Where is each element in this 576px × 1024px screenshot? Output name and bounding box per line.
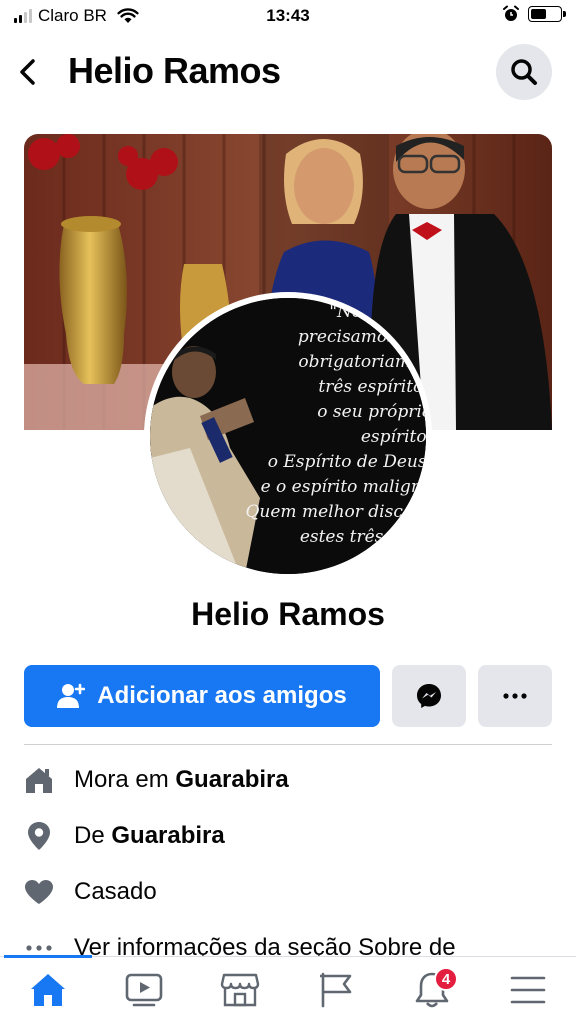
relationship-text: Casado bbox=[74, 878, 157, 905]
status-time: 13:43 bbox=[266, 6, 310, 25]
marketplace-icon bbox=[220, 973, 260, 1007]
profile-picture-quote: "No cenário precisamos con obrigatoriame… bbox=[245, 302, 426, 572]
profile-header: Helio Ramos bbox=[0, 40, 576, 104]
search-button[interactable] bbox=[496, 44, 552, 100]
tab-watch[interactable] bbox=[114, 965, 174, 1015]
from-text: De Guarabira bbox=[74, 822, 225, 849]
back-button[interactable] bbox=[12, 54, 44, 90]
tab-notifications[interactable]: 4 bbox=[402, 965, 462, 1015]
intro-details: Mora em Guarabira De Guarabira Casado Ve… bbox=[24, 752, 564, 976]
heart-icon bbox=[24, 877, 54, 907]
tab-home[interactable] bbox=[18, 965, 78, 1015]
add-friend-button[interactable]: Adicionar aos amigos bbox=[24, 665, 380, 727]
messenger-icon bbox=[417, 684, 441, 708]
profile-name: Helio Ramos bbox=[191, 596, 385, 632]
notifications-badge: 4 bbox=[434, 967, 458, 991]
lives-in-text: Mora em Guarabira bbox=[74, 766, 289, 793]
battery-icon bbox=[528, 6, 566, 22]
profile-picture[interactable]: "No cenário precisamos con obrigatoriame… bbox=[144, 292, 432, 580]
search-icon bbox=[511, 59, 537, 85]
back-arrow-icon bbox=[20, 59, 35, 85]
location-pin-icon bbox=[24, 821, 54, 851]
profile-actions: Adicionar aos amigos bbox=[24, 665, 552, 727]
add-friend-icon bbox=[57, 683, 86, 708]
alarm-icon bbox=[503, 5, 519, 21]
bottom-tab-bar: 4 bbox=[0, 955, 576, 1024]
more-icon bbox=[503, 693, 527, 699]
from-row: De Guarabira bbox=[24, 808, 564, 864]
more-options-button[interactable] bbox=[478, 665, 552, 727]
tab-pages[interactable] bbox=[306, 965, 366, 1015]
tab-marketplace[interactable] bbox=[210, 965, 270, 1015]
page-title: Helio Ramos bbox=[68, 50, 281, 91]
status-right bbox=[502, 5, 566, 23]
section-divider bbox=[24, 744, 552, 745]
home-icon bbox=[24, 765, 54, 795]
pages-flag-icon bbox=[320, 972, 352, 1008]
tab-menu[interactable] bbox=[498, 965, 558, 1015]
profile-picture-image: "No cenário precisamos con obrigatoriame… bbox=[150, 298, 426, 574]
lives-in-row: Mora em Guarabira bbox=[24, 752, 564, 808]
status-bar: Claro BR 13:43 bbox=[0, 0, 576, 34]
add-friend-label: Adicionar aos amigos bbox=[97, 682, 347, 709]
watch-icon bbox=[125, 973, 163, 1007]
message-button[interactable] bbox=[392, 665, 466, 727]
home-icon bbox=[31, 974, 65, 1006]
active-tab-indicator bbox=[4, 955, 92, 958]
menu-icon bbox=[510, 976, 546, 1004]
relationship-row: Casado bbox=[24, 864, 564, 920]
